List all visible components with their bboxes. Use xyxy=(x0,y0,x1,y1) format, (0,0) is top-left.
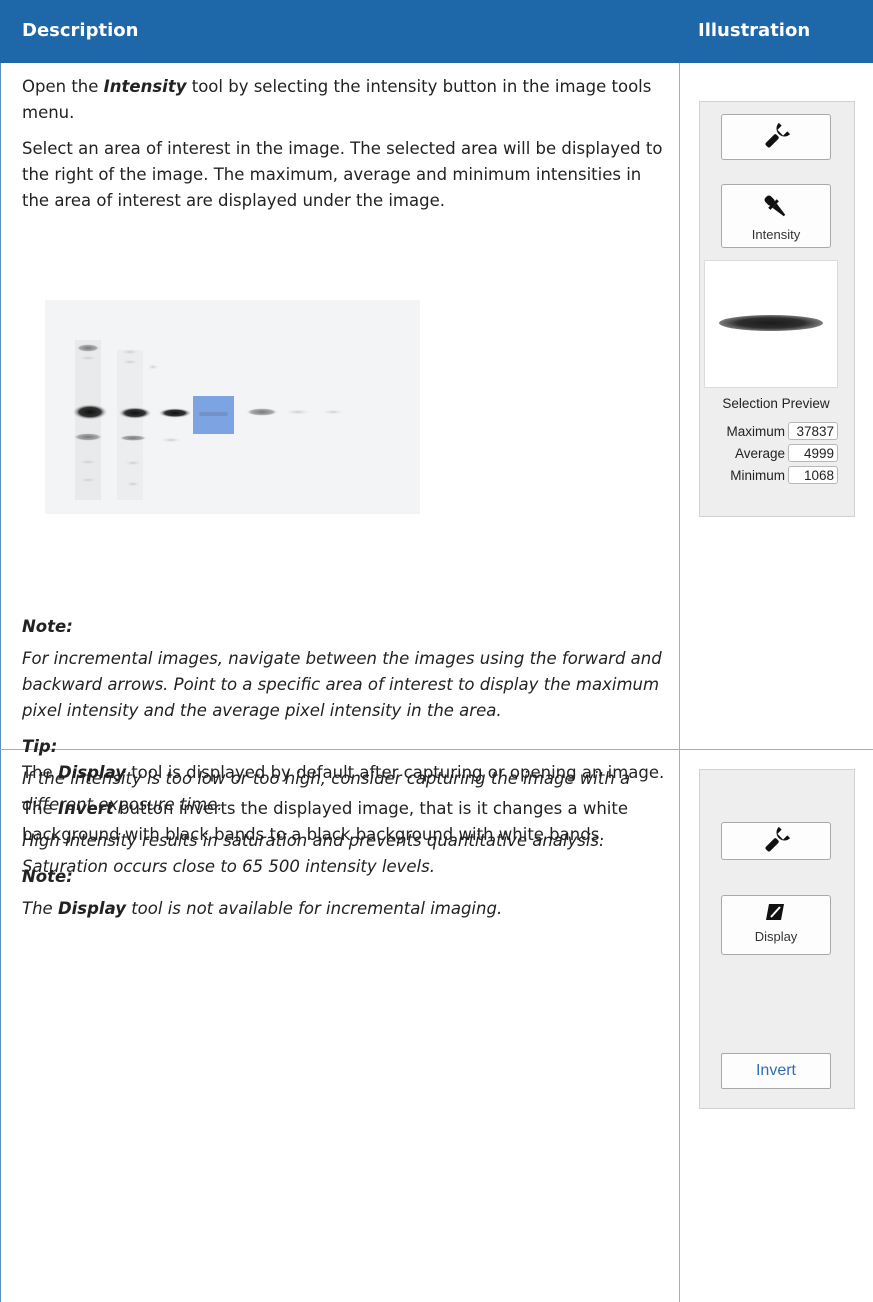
header-description: Description xyxy=(22,20,139,41)
row2-paragraph-2: The Invert button inverts the displayed … xyxy=(22,799,628,844)
stat-label: Average xyxy=(734,446,785,461)
image-tools-button[interactable] xyxy=(721,114,831,160)
average-value-field: 4999 xyxy=(788,444,838,462)
row2-note-heading: Note: xyxy=(22,867,73,886)
image-tools-button[interactable] xyxy=(721,822,831,860)
column-divider xyxy=(679,63,680,1302)
wrench-icon xyxy=(765,122,791,148)
display-icon xyxy=(766,904,784,920)
intensity-tool-name: Intensity xyxy=(103,77,187,96)
stat-label: Minimum xyxy=(730,468,785,483)
header-illustration: Illustration xyxy=(698,20,811,41)
intensity-tool-panel: Intensity Selection Preview Maximum 3783… xyxy=(699,101,855,517)
stat-average: Average 4999 xyxy=(700,444,852,464)
stat-minimum: Minimum 1068 xyxy=(700,466,852,486)
invert-button[interactable]: Invert xyxy=(721,1053,831,1089)
selection-preview-caption: Selection Preview xyxy=(722,396,830,411)
preview-band xyxy=(719,315,823,331)
document-page: Description Illustration Open the Intens… xyxy=(0,0,873,1302)
display-button-label: Display xyxy=(754,929,798,944)
table-border-left xyxy=(0,63,1,1302)
note-heading: Note: xyxy=(22,617,73,636)
row1-paragraph-1: Open the Intensity tool by selecting the… xyxy=(22,77,652,122)
table-header: Description Illustration xyxy=(0,0,873,63)
display-tool-panel: Display Invert xyxy=(699,769,855,1109)
note-text: For incremental images, navigate between… xyxy=(22,649,662,720)
intensity-button-label: Intensity xyxy=(751,227,801,242)
dropper-icon xyxy=(764,195,786,217)
minimum-value-field: 1068 xyxy=(788,466,838,484)
row2-note-text: The Display tool is not available for in… xyxy=(22,899,503,918)
display-button[interactable]: Display xyxy=(721,895,831,955)
selection-preview xyxy=(704,260,838,388)
stat-label: Maximum xyxy=(726,424,785,439)
wrench-icon xyxy=(765,826,791,852)
row2-paragraph-1: The Display tool is displayed by default… xyxy=(22,763,665,782)
tip-heading: Tip: xyxy=(22,737,58,756)
row2-description: The Display tool is displayed by default… xyxy=(22,760,667,932)
gel-selection-area[interactable] xyxy=(193,396,234,434)
intensity-button[interactable]: Intensity xyxy=(721,184,831,248)
stat-maximum: Maximum 37837 xyxy=(700,422,852,442)
display-tool-name: Display xyxy=(57,763,126,782)
display-tool-name-note: Display xyxy=(57,899,126,918)
maximum-value-field: 37837 xyxy=(788,422,838,440)
invert-tool-name: Invert xyxy=(57,799,114,818)
row1-description: Open the Intensity tool by selecting the… xyxy=(22,74,667,224)
row1-paragraph-2: Select an area of interest in the image.… xyxy=(22,139,663,210)
